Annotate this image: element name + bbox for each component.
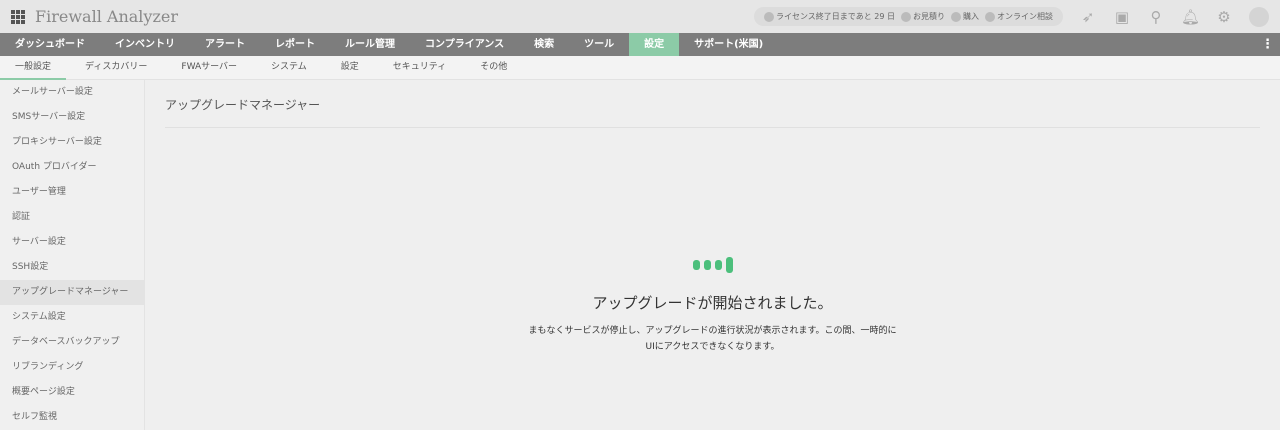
rocket-icon[interactable]: ➶ (1079, 8, 1097, 26)
sidebar-item[interactable]: リブランディング (0, 355, 144, 380)
sidebar-item[interactable]: データベースバックアップ (0, 330, 144, 355)
sidebar-item[interactable]: セルフ監視 (0, 405, 144, 430)
license-text: ライセンス終了日まであと 29 日 (775, 12, 895, 21)
sidebar-item[interactable]: ユーザー管理 (0, 180, 144, 205)
tab-dashboard[interactable]: ダッシュボード (0, 33, 100, 56)
buy-text: 購入 (963, 12, 979, 21)
sidebar-item[interactable]: SSH設定 (0, 255, 144, 280)
license-link[interactable]: ライセンス終了日まであと 29 日 (763, 11, 895, 22)
cart-icon (951, 11, 961, 22)
main-nav: ダッシュボード インベントリ アラート レポート ルール管理 コンプライアンス … (0, 33, 1280, 56)
tab-support[interactable]: サポート(米国) (679, 33, 778, 56)
tab-rule-management[interactable]: ルール管理 (330, 33, 410, 56)
subtab-system[interactable]: システム (256, 56, 322, 80)
video-icon[interactable]: ▣ (1113, 8, 1131, 26)
tab-reports[interactable]: レポート (260, 33, 330, 56)
sidebar-item[interactable]: メールサーバー設定 (0, 80, 144, 105)
subtab-fwa-server[interactable]: FWAサーバー (166, 56, 252, 80)
subtab-other[interactable]: その他 (465, 56, 522, 80)
avatar[interactable] (1249, 6, 1269, 27)
search-icon[interactable]: ⚲ (1147, 8, 1165, 26)
status-description: まもなくサービスが停止し、アップグレードの進行状況が表示されます。この間、一時的… (528, 326, 897, 352)
quote-text: お見積り (913, 12, 945, 21)
tab-alerts[interactable]: アラート (190, 33, 260, 56)
sidebar-item-upgrade-manager[interactable]: アップグレードマネージャー (0, 280, 144, 305)
upgrade-status: アップグレードが開始されました。 まもなくサービスが停止し、アップグレードの進行… (165, 256, 1260, 355)
tab-inventory[interactable]: インベントリ (100, 33, 190, 56)
bell-icon[interactable]: 🔔︎ (1181, 8, 1200, 26)
page-title: アップグレードマネージャー (165, 80, 1260, 128)
tab-search[interactable]: 検索 (519, 33, 569, 56)
clock-icon (763, 11, 774, 22)
subtab-discovery[interactable]: ディスカバリー (70, 56, 162, 80)
app-title: Firewall Analyzer (35, 7, 178, 26)
sidebar-item[interactable]: プロキシサーバー設定 (0, 130, 144, 155)
tab-tools[interactable]: ツール (569, 33, 629, 56)
license-bar: ライセンス終了日まであと 29 日 お見積り 購入 オンライン相談 (753, 7, 1063, 26)
consult-text: オンライン相談 (997, 12, 1053, 21)
tab-compliance[interactable]: コンプライアンス (410, 33, 519, 56)
loading-spinner-icon (165, 256, 1260, 274)
main-content: アップグレードマネージャー アップグレードが開始されました。 まもなくサービスが… (165, 80, 1260, 430)
tab-settings[interactable]: 設定 (629, 33, 680, 56)
more-icon[interactable]: ⋮ (1261, 33, 1274, 56)
sidebar-item[interactable]: OAuth プロバイダー (0, 155, 144, 180)
gear-icon[interactable]: ⚙ (1215, 8, 1233, 26)
consult-link[interactable]: オンライン相談 (985, 11, 1053, 22)
quote-link[interactable]: お見積り (901, 11, 945, 22)
sidebar-item[interactable]: 認証 (0, 205, 144, 230)
dollar-icon (901, 11, 911, 22)
buy-link[interactable]: 購入 (951, 11, 979, 22)
sidebar-item[interactable]: SMSサーバー設定 (0, 105, 144, 130)
subtab-settings[interactable]: 設定 (326, 56, 374, 80)
sidebar: メールサーバー設定 SMSサーバー設定 プロキシサーバー設定 OAuth プロバ… (0, 80, 145, 430)
sub-nav: 一般設定 ディスカバリー FWAサーバー システム 設定 セキュリティ その他 (0, 56, 1280, 80)
chat-icon (985, 11, 995, 22)
app-grid-icon[interactable] (11, 9, 25, 24)
sidebar-item[interactable]: サーバー設定 (0, 230, 144, 255)
subtab-general[interactable]: 一般設定 (0, 56, 67, 80)
top-bar: Firewall Analyzer ライセンス終了日まであと 29 日 お見積り… (0, 0, 1280, 33)
sidebar-item[interactable]: システム設定 (0, 305, 144, 330)
sidebar-item[interactable]: 概要ページ設定 (0, 380, 144, 405)
subtab-security[interactable]: セキュリティ (378, 56, 461, 80)
status-message: アップグレードが開始されました。 (592, 294, 833, 312)
